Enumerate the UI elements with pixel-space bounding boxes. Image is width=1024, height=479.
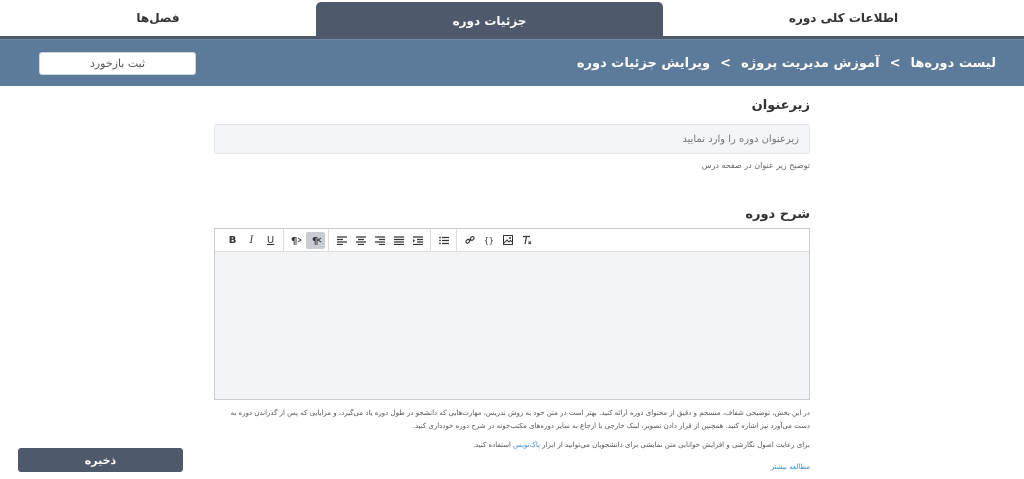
toolbar-group-list [431,229,457,251]
indent-icon[interactable] [408,232,427,249]
bold-label: B [228,234,237,246]
toolbar-group-insert: {} [457,229,539,251]
subtitle-label: زیرعنوان [751,98,810,113]
tab-general-info-label: اطلاعات کلی دوره [788,11,899,25]
help-tool-prefix: برای رعایت اصول نگارشی و افزایش خوانایی … [542,441,810,449]
tab-general-info[interactable]: اطلاعات کلی دوره [663,0,1024,36]
description-label: شرح دوره [745,207,810,222]
toolbar-group-align [329,229,431,251]
description-editor-area[interactable] [215,252,809,399]
editor-toolbar: B I U ¶ ¶ {} [215,229,809,252]
clear-format-icon[interactable] [517,232,536,249]
page-header: لیست دوره‌ها > آموزش مدیریت پروژه > ویرا… [0,39,1024,86]
description-editor: B I U ¶ ¶ {} [214,228,810,400]
tab-chapters-label: فصل‌ها [136,11,180,25]
tab-chapters[interactable]: فصل‌ها [0,0,316,36]
bullet-list-icon[interactable] [434,232,453,249]
image-icon[interactable] [498,232,517,249]
breadcrumb-current-page: ویرایش جزئیات دوره [576,55,711,71]
paknevis-link[interactable]: پاک‌نویس [513,441,540,449]
bold-icon[interactable]: B [223,232,242,249]
underline-icon[interactable]: U [261,232,280,249]
svg-text:{}: {} [484,236,494,245]
underline-label: U [266,234,275,246]
tab-bar: اطلاعات کلی دوره جزئیات دوره فصل‌ها [0,0,1024,39]
breadcrumb: لیست دوره‌ها > آموزش مدیریت پروژه > ویرا… [577,40,996,86]
subtitle-help-text: توضیح زیر عنوان در صفحه درس [701,161,810,170]
italic-label: I [249,234,254,246]
save-button[interactable]: ذخیره [18,448,183,472]
read-more-link[interactable]: مطالعه بیشتر [771,463,810,471]
svg-text:¶: ¶ [291,236,297,245]
submit-feedback-button[interactable]: ثبت بازخورد [39,52,196,75]
toolbar-group-direction: ¶ ¶ [284,229,329,251]
align-left-icon[interactable] [332,232,351,249]
ltr-icon[interactable]: ¶ [287,232,306,249]
subtitle-input[interactable] [214,124,810,154]
breadcrumb-separator: > [889,55,901,71]
help-tool-suffix: استفاده کنید. [472,441,511,449]
tab-course-details-label: جزئیات دوره [452,13,527,28]
breadcrumb-separator: > [720,55,732,71]
description-help-tool-text: برای رعایت اصول نگارشی و افزایش خوانایی … [473,441,810,449]
toolbar-group-format: B I U [220,229,284,251]
tab-course-details[interactable]: جزئیات دوره [316,2,663,39]
description-help-text: در این بخش، توضیحی شفاف، منسجم و دقیق از… [230,409,810,430]
rtl-icon[interactable]: ¶ [306,231,325,249]
breadcrumb-course-name[interactable]: آموزش مدیریت پروژه [741,56,880,71]
align-right-icon[interactable] [370,232,389,249]
align-center-icon[interactable] [351,232,370,249]
italic-icon[interactable]: I [242,232,261,249]
breadcrumb-course-list[interactable]: لیست دوره‌ها [910,56,996,71]
align-justify-icon[interactable] [389,232,408,249]
svg-text:¶: ¶ [312,236,318,245]
code-icon[interactable]: {} [479,232,498,249]
link-icon[interactable] [460,232,479,249]
